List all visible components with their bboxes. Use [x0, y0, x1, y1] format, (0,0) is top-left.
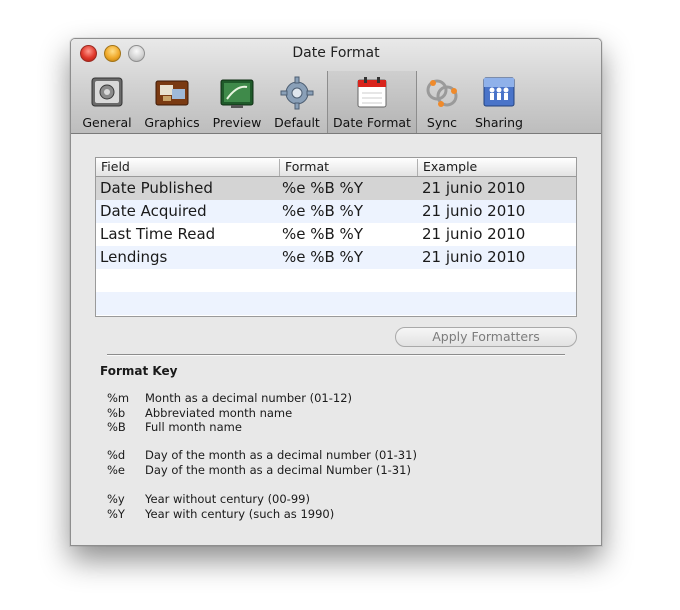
graphics-icon [155, 80, 189, 106]
column-header-field[interactable]: Field [96, 159, 280, 176]
toolbar-label: Date Format [333, 115, 411, 130]
example-cell: 21 junio 2010 [422, 179, 526, 197]
preview-icon [220, 79, 254, 108]
divider [107, 354, 565, 356]
format-desc: Month as a decimal number (01-12) [145, 391, 353, 405]
format-key-entry: %d Day of the month as a decimal number (… [107, 448, 417, 462]
sharing-icon [483, 77, 515, 107]
format-key-entry: %e Day of the month as a decimal Number (… [107, 463, 411, 477]
empty-row [96, 269, 576, 292]
field-cell: Date Acquired [100, 202, 207, 220]
format-desc: Day of the month as a decimal number (01… [145, 448, 417, 462]
toolbar-label: General [82, 115, 132, 130]
toolbar-label: Graphics [144, 115, 200, 130]
toolbar-item-sharing[interactable]: Sharing [469, 71, 529, 133]
table-header: Field Format Example [96, 158, 576, 177]
example-cell: 21 junio 2010 [422, 202, 526, 220]
toolbar-label: Preview [212, 115, 262, 130]
apply-formatters-button[interactable]: Apply Formatters [395, 327, 577, 347]
toolbar-label: Sharing [475, 115, 523, 130]
date-format-table[interactable]: Field Format Example Date Published %e %… [95, 157, 577, 317]
column-header-example[interactable]: Example [418, 159, 576, 176]
toolbar-item-graphics[interactable]: Graphics [141, 71, 203, 133]
table-row[interactable]: Lendings %e %B %Y 21 junio 2010 [96, 246, 576, 269]
table-row[interactable]: Date Published %e %B %Y 21 junio 2010 [96, 177, 576, 200]
calendar-icon [357, 77, 387, 108]
format-key-entry: %b Abbreviated month name [107, 406, 292, 420]
format-cell[interactable]: %e %B %Y [282, 248, 363, 266]
table-row[interactable]: Date Acquired %e %B %Y 21 junio 2010 [96, 200, 576, 223]
title-bar: Date Format General Graphics Preview Def… [71, 39, 601, 134]
format-desc: Year with century (such as 1990) [145, 507, 335, 521]
general-icon [91, 77, 123, 107]
field-cell: Last Time Read [100, 225, 216, 243]
format-cell[interactable]: %e %B %Y [282, 225, 363, 243]
column-header-format[interactable]: Format [280, 159, 418, 176]
gear-icon [280, 76, 314, 110]
format-code: %B [107, 420, 126, 434]
format-code: %e [107, 463, 126, 477]
format-code: %b [107, 406, 126, 420]
example-cell: 21 junio 2010 [422, 248, 526, 266]
toolbar-label: Sync [426, 115, 458, 130]
format-code: %m [107, 391, 130, 405]
empty-row [96, 292, 576, 315]
format-code: %Y [107, 507, 125, 521]
format-desc: Day of the month as a decimal Number (1-… [145, 463, 411, 477]
field-cell: Date Published [100, 179, 213, 197]
format-key-entry: %m Month as a decimal number (01-12) [107, 391, 352, 405]
toolbar-item-date-format[interactable]: Date Format [327, 71, 417, 133]
toolbar-item-sync[interactable]: Sync [417, 71, 467, 133]
toolbar-item-preview[interactable]: Preview [209, 71, 265, 133]
toolbar-label: Default [274, 115, 320, 130]
format-desc: Abbreviated month name [145, 406, 293, 420]
preferences-window: Date Format General Graphics Preview Def… [70, 38, 602, 546]
format-key-entry: %B Full month name [107, 420, 242, 434]
format-key-title: Format Key [100, 364, 178, 378]
toolbar-item-general[interactable]: General [79, 71, 135, 133]
window-title: Date Format [292, 45, 380, 61]
format-key-entry: %y Year without century (00-99) [107, 492, 310, 506]
format-code: %y [107, 492, 125, 506]
example-cell: 21 junio 2010 [422, 225, 526, 243]
table-row[interactable]: Last Time Read %e %B %Y 21 junio 2010 [96, 223, 576, 246]
format-cell[interactable]: %e %B %Y [282, 179, 363, 197]
field-cell: Lendings [100, 248, 168, 266]
format-code: %d [107, 448, 126, 462]
sync-icon [426, 79, 458, 107]
format-desc: Year without century (00-99) [145, 492, 310, 506]
format-key-entry: %Y Year with century (such as 1990) [107, 507, 334, 521]
toolbar-item-default[interactable]: Default [269, 71, 325, 133]
format-desc: Full month name [145, 420, 242, 434]
format-cell[interactable]: %e %B %Y [282, 202, 363, 220]
